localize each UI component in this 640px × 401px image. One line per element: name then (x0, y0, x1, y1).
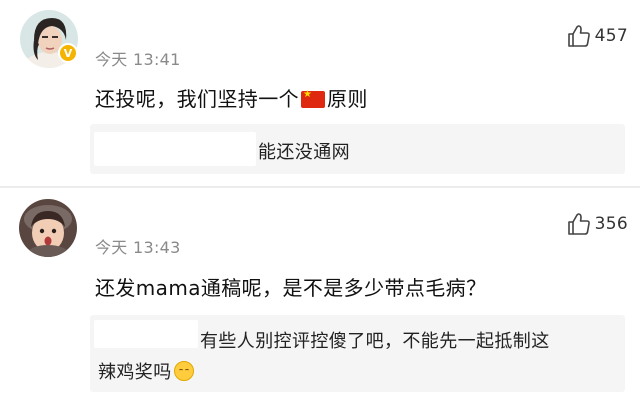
like-count: 457 (594, 26, 628, 46)
like-button[interactable]: 356 (567, 212, 628, 236)
comment-time: 今天 13:43 (95, 238, 181, 257)
reply-box[interactable]: 能还没通网 (90, 124, 625, 174)
comment-text: 还投呢，我们坚持一个 原则 (95, 83, 368, 112)
like-count: 356 (594, 214, 628, 234)
avatar-photo-icon (19, 199, 77, 257)
sleepy-face-icon (173, 361, 194, 381)
thumbs-up-icon (567, 213, 590, 235)
comment-text: 还发mama通稿呢，是不是多少带点毛病？ (95, 276, 487, 300)
redacted-username (94, 320, 198, 348)
verified-badge-icon: V (58, 43, 78, 63)
comment-text-part: 原则 (327, 87, 368, 111)
reply-text-line2: 辣鸡奖吗 (98, 358, 194, 384)
redacted-username (94, 132, 256, 166)
comment-time: 今天 13:41 (95, 50, 181, 69)
reply-text-part: 辣鸡奖吗 (98, 362, 172, 383)
like-button[interactable]: 457 (567, 24, 628, 48)
reply-text: 有些人别控评控傻了吧，不能先一起抵制这 (200, 331, 550, 352)
avatar[interactable] (19, 199, 77, 257)
china-flag-icon (301, 89, 325, 108)
reply-box[interactable]: 有些人别控评控傻了吧，不能先一起抵制这 辣鸡奖吗 (90, 315, 625, 392)
reply-text: 能还没通网 (258, 142, 350, 163)
thumbs-up-icon (567, 25, 590, 47)
comment-text-part: 还投呢，我们坚持一个 (95, 87, 299, 111)
comment-item: 今天 13:43 356 还发mama通稿呢，是不是多少带点毛病？ 有些人别控评… (0, 188, 640, 401)
comment-item: V 今天 13:41 457 还投呢，我们坚持一个 原则 能还没通网 (0, 0, 640, 188)
